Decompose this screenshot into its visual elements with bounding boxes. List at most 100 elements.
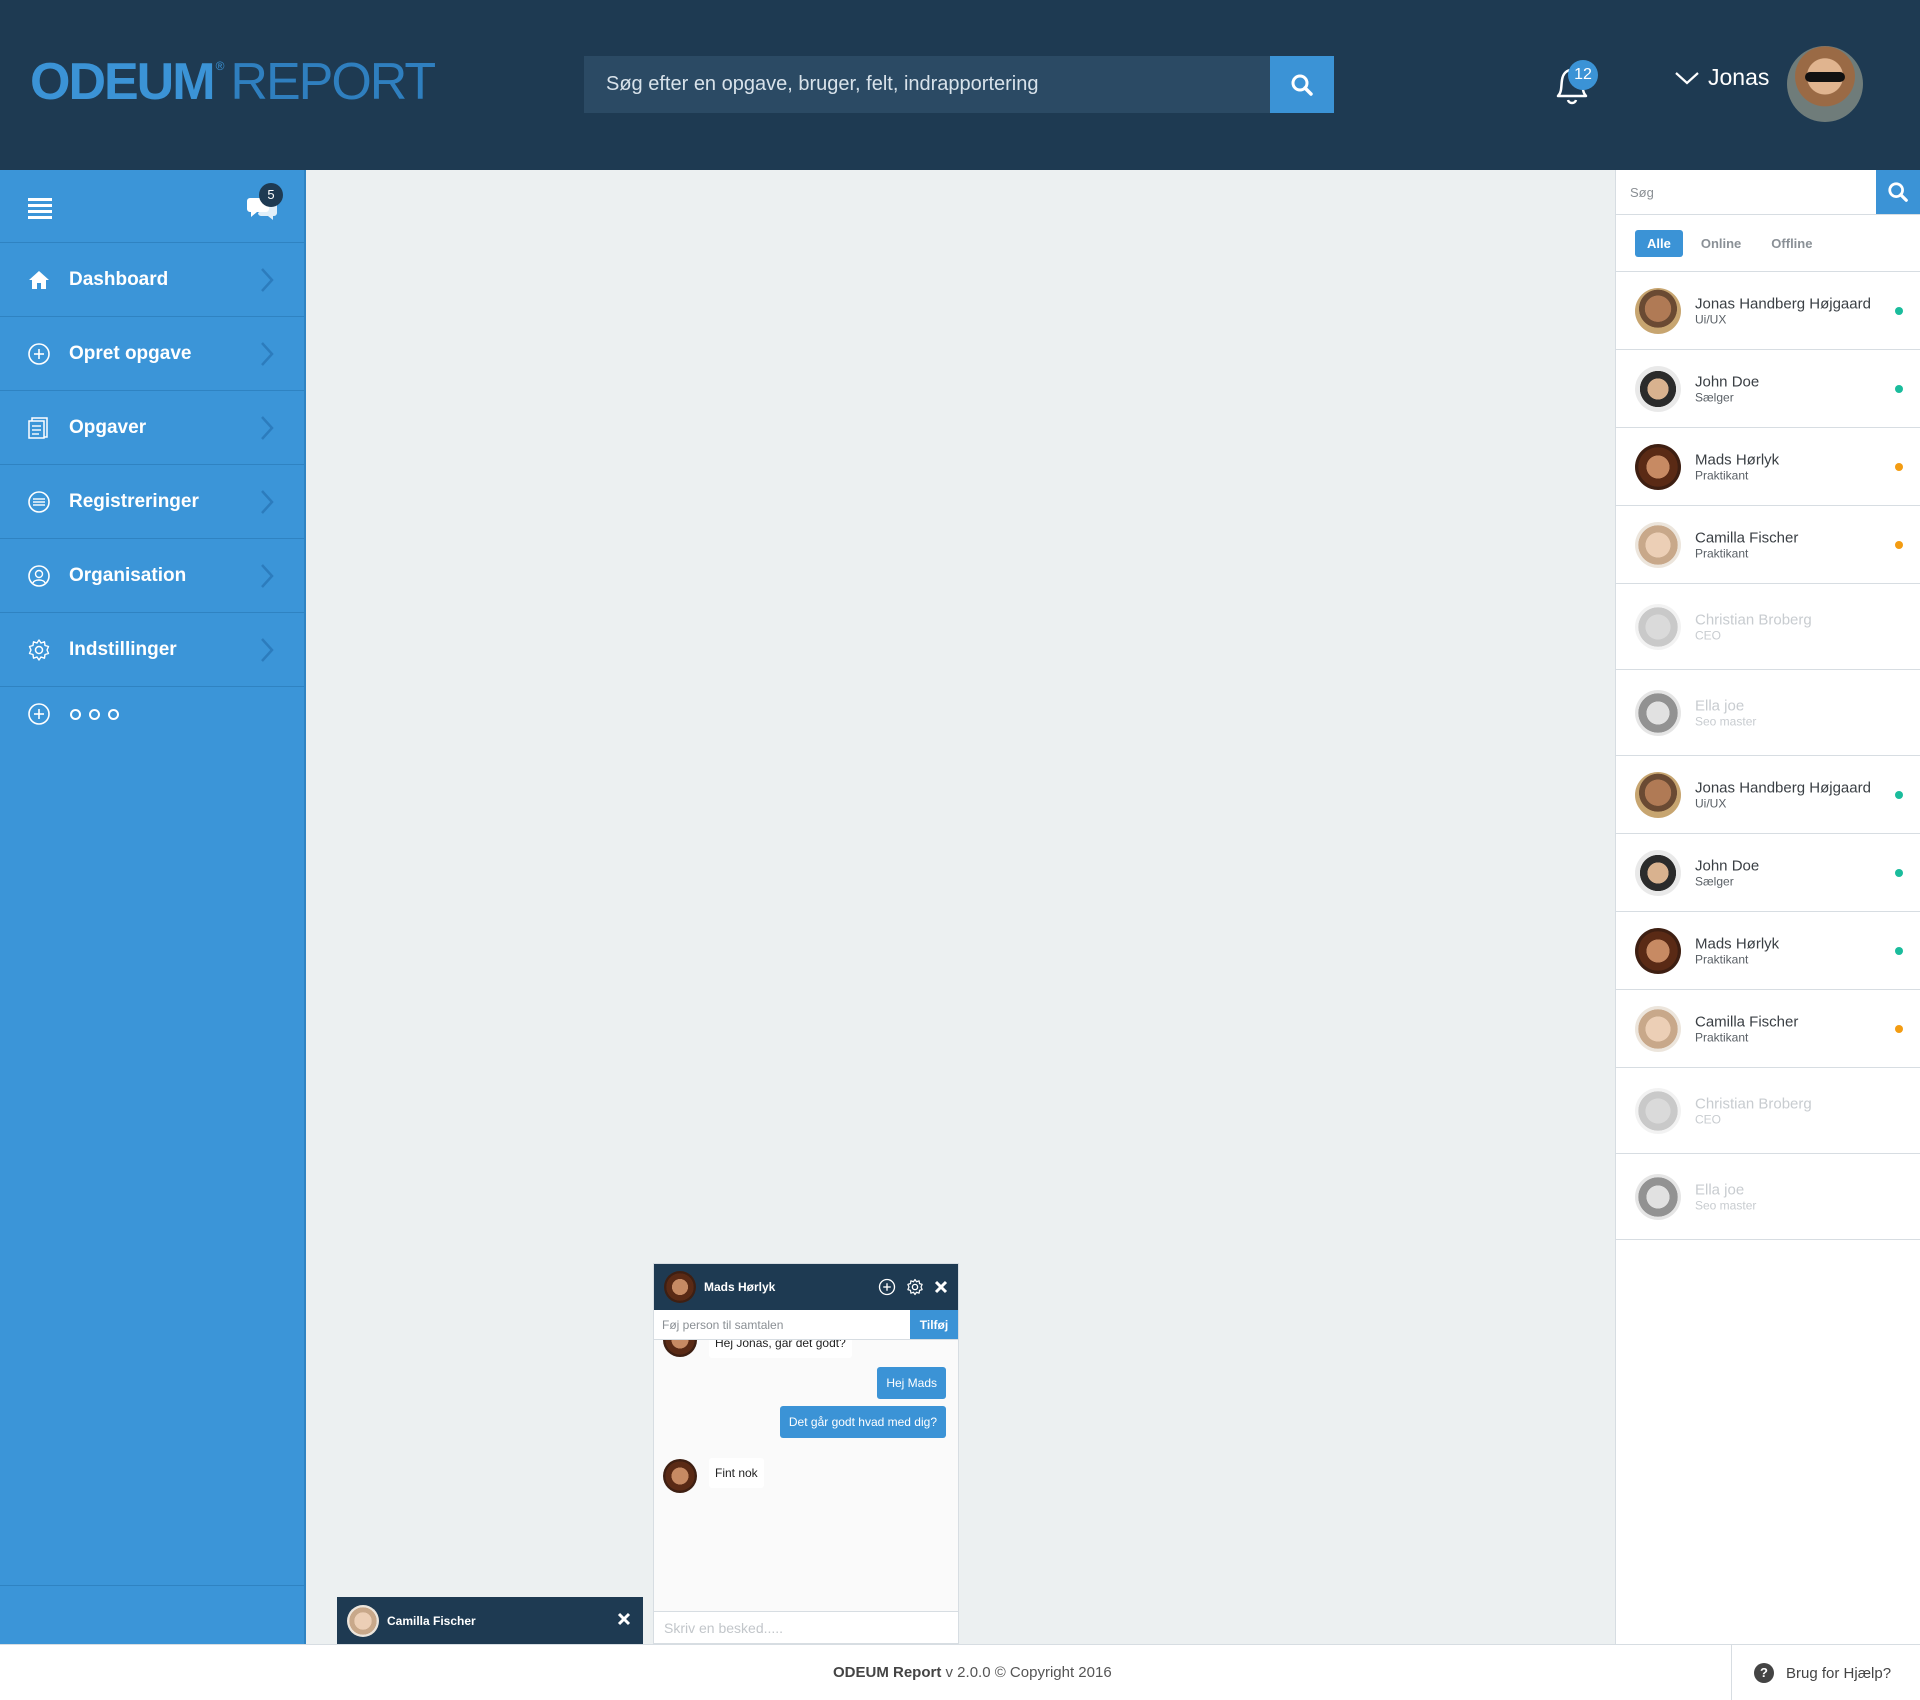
close-icon[interactable] — [617, 1612, 631, 1626]
contact-item[interactable]: Ella joe Seo master — [1616, 670, 1920, 756]
sidebar-divider — [0, 1585, 304, 1586]
chat-count-badge: 5 — [259, 183, 283, 207]
sidebar-item-settings[interactable]: Indstillinger — [0, 613, 304, 687]
contact-role: CEO — [1695, 628, 1722, 642]
sidebar-item-label: Indstillinger — [69, 638, 177, 660]
sidebar-item-dashboard[interactable]: Dashboard — [0, 243, 304, 317]
global-search-input[interactable] — [584, 56, 1270, 113]
contact-name: Camilla Fischer — [1695, 529, 1799, 546]
contact-role: Praktikant — [1695, 468, 1749, 482]
filter-all[interactable]: Alle — [1635, 229, 1683, 257]
contact-name: John Doe — [1695, 857, 1760, 874]
contact-role: Praktikant — [1695, 952, 1749, 966]
avatar — [1635, 1173, 1681, 1220]
contact-name: Jonas Handberg Højgaard — [1695, 295, 1871, 312]
question-icon: ? — [1754, 1663, 1774, 1683]
avatar — [1635, 927, 1681, 974]
avatar — [1635, 849, 1681, 896]
chevron-right-icon — [261, 489, 274, 514]
chevron-right-icon — [261, 415, 274, 440]
contact-item[interactable]: Christian Broberg CEO — [1616, 584, 1920, 670]
contact-name: John Doe — [1695, 373, 1760, 390]
top-header: ODEUM ® REPORT 12 Jonas — [0, 0, 1920, 170]
chevron-right-icon — [261, 637, 274, 662]
contact-role: Praktikant — [1695, 1030, 1749, 1044]
avatar — [1635, 1087, 1681, 1134]
sidebar-item-label: Opret opgave — [69, 342, 192, 364]
avatar — [347, 1604, 379, 1637]
avatar — [664, 1271, 696, 1303]
logo-secondary: REPORT — [230, 53, 436, 111]
contact-role: Praktikant — [1695, 546, 1749, 560]
status-indicator — [1895, 946, 1903, 955]
contact-item[interactable]: Mads Hørlyk Praktikant — [1616, 428, 1920, 506]
contact-item[interactable]: Camilla Fischer Praktikant — [1616, 506, 1920, 584]
contact-name: Ella joe — [1695, 1181, 1745, 1198]
global-search-button[interactable] — [1270, 56, 1334, 113]
chat-messages[interactable]: Hej Jonas, går det godt? Hej Mads Det gå… — [654, 1340, 958, 1612]
add-participant-bar: Tilføj — [654, 1310, 958, 1340]
list-circle-icon — [28, 490, 50, 513]
filter-online[interactable]: Online — [1689, 230, 1753, 257]
avatar — [1635, 443, 1681, 490]
user-circle-icon — [28, 564, 50, 587]
app-logo[interactable]: ODEUM ® REPORT — [30, 52, 436, 112]
minimized-chat[interactable]: Camilla Fischer — [337, 1597, 643, 1644]
chat-header[interactable]: Mads Hørlyk — [654, 1264, 958, 1310]
sidebar-more[interactable] — [0, 687, 304, 741]
footer-brand: ODEUM Report — [833, 1664, 942, 1681]
tasks-icon — [28, 416, 48, 439]
contact-item[interactable]: Ella joe Seo master — [1616, 1154, 1920, 1240]
contacts-search-input[interactable] — [1616, 170, 1876, 214]
avatar — [1635, 365, 1681, 412]
status-indicator — [1895, 462, 1903, 471]
close-icon[interactable] — [934, 1280, 948, 1294]
contact-name: Mads Hørlyk — [1695, 935, 1780, 952]
contact-item[interactable]: John Doe Sælger — [1616, 350, 1920, 428]
chat-composer — [654, 1611, 958, 1643]
avatar — [1635, 771, 1681, 818]
contact-role: Sælger — [1695, 390, 1734, 404]
filter-offline[interactable]: Offline — [1759, 230, 1824, 257]
status-indicator — [1895, 868, 1903, 877]
add-participant-button[interactable]: Tilføj — [910, 1310, 958, 1339]
chevron-right-icon — [261, 563, 274, 588]
contact-item[interactable]: Camilla Fischer Praktikant — [1616, 990, 1920, 1068]
contact-role: Seo master — [1695, 714, 1757, 728]
contact-item[interactable]: Jonas Handberg Højgaard Ui/UX — [1616, 272, 1920, 350]
help-button[interactable]: ? Brug for Hjælp? — [1731, 1645, 1920, 1700]
user-name: Jonas — [1708, 64, 1770, 90]
copyright-text: ODEUM Report v 2.0.0 © Copyright 2016 — [833, 1664, 1112, 1681]
message-outgoing: Hej Mads — [877, 1367, 946, 1399]
status-indicator — [1895, 790, 1903, 799]
sidebar-item-label: Dashboard — [69, 268, 169, 290]
avatar — [1635, 287, 1681, 334]
user-avatar[interactable] — [1787, 46, 1863, 122]
home-icon — [29, 270, 49, 289]
contacts-filter-tabs: Alle Online Offline — [1616, 215, 1920, 272]
message-incoming: Hej Jonas, går det godt? — [709, 1340, 852, 1358]
sidebar-item-registrations[interactable]: Registreringer — [0, 465, 304, 539]
message-input[interactable] — [654, 1612, 958, 1643]
avatar — [663, 1459, 697, 1493]
contact-name: Mads Hørlyk — [1695, 451, 1780, 468]
more-dots-icon — [70, 708, 119, 720]
contacts-search-button[interactable] — [1876, 170, 1920, 214]
add-participant-input[interactable] — [654, 1310, 910, 1339]
contact-item[interactable]: Mads Hørlyk Praktikant — [1616, 912, 1920, 990]
status-indicator — [1895, 306, 1903, 315]
contact-item[interactable]: Jonas Handberg Højgaard Ui/UX — [1616, 756, 1920, 834]
sidebar-item-label: Registreringer — [69, 490, 199, 512]
user-menu[interactable]: Jonas — [1674, 64, 1769, 91]
add-person-icon[interactable] — [878, 1278, 896, 1296]
footer: ODEUM Report v 2.0.0 © Copyright 2016 ? … — [0, 1644, 1920, 1700]
chat-title: Camilla Fischer — [387, 1613, 476, 1628]
sidebar-item-create-task[interactable]: Opret opgave — [0, 317, 304, 391]
sidebar-item-organisation[interactable]: Organisation — [0, 539, 304, 613]
chat-title: Mads Hørlyk — [704, 1280, 776, 1294]
sidebar-item-tasks[interactable]: Opgaver — [0, 391, 304, 465]
hamburger-menu-icon[interactable] — [28, 198, 52, 219]
contact-item[interactable]: John Doe Sælger — [1616, 834, 1920, 912]
gear-icon[interactable] — [906, 1278, 924, 1296]
contact-item[interactable]: Christian Broberg CEO — [1616, 1068, 1920, 1154]
